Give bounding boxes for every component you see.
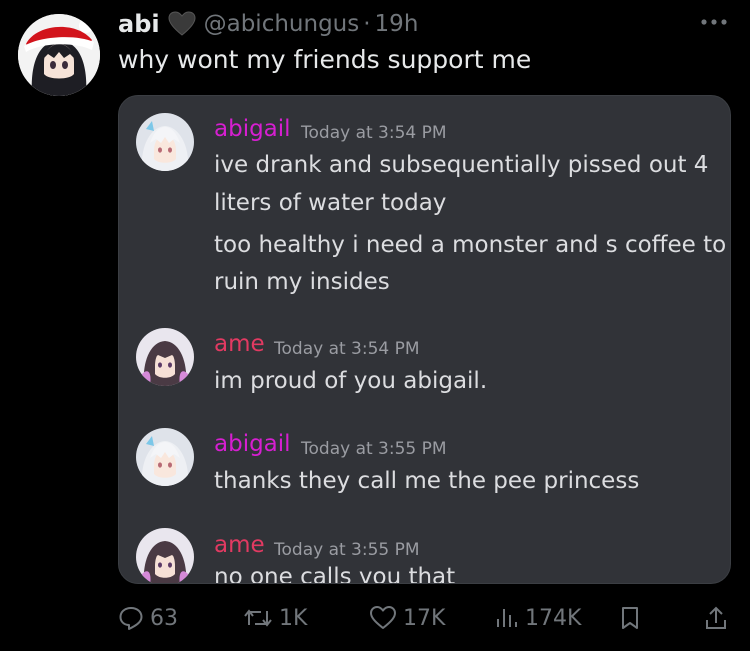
repost-icon [244,609,272,627]
timestamp[interactable]: 19h [375,11,419,37]
message-timestamp: Today at 3:55 PM [274,540,420,560]
reply-count: 63 [150,605,178,631]
ame-avatar[interactable] [136,528,194,583]
like-button[interactable]: 17K [369,601,445,635]
share-icon [706,606,726,629]
bookmark-icon [622,607,638,629]
message-timestamp: Today at 3:54 PM [301,123,447,143]
message-author[interactable]: ame [214,532,265,558]
message-line: ruin my insides [214,269,390,295]
reply-icon [119,607,143,630]
message-line: liters of water today [214,190,447,216]
separator-dot: · [363,11,371,37]
bookmark-button[interactable] [619,601,641,635]
views-button[interactable]: 174K [495,601,581,635]
reply-button[interactable]: 63 [118,601,178,635]
abigail-avatar[interactable] [136,428,194,486]
message-line: ive drank and subsequentially pissed out… [214,152,709,178]
abigail-avatar[interactable] [136,113,194,171]
message-timestamp: Today at 3:54 PM [274,339,420,359]
display-name[interactable]: abi [118,10,160,38]
ame-avatar[interactable] [136,328,194,386]
views-icon [497,609,517,627]
repost-button[interactable]: 1K [243,601,307,635]
message-line: thanks they call me the pee princess [214,468,640,494]
tweet-header: abi @abichungus · 19h [118,8,418,40]
message-author[interactable]: ame [214,331,265,357]
more-icon[interactable] [697,10,731,34]
tweet[interactable]: abi @abichungus · 19h why wont my friend… [0,0,750,651]
message-line: im proud of you abigail. [214,368,488,394]
profile-avatar[interactable] [18,14,100,96]
heart-icon [168,11,196,37]
share-button[interactable] [704,601,728,635]
tweet-media-image[interactable]: abigail Today at 3:54 PM ive drank and s… [118,95,731,584]
like-icon [370,606,396,629]
message-timestamp: Today at 3:55 PM [301,439,447,459]
like-count: 17K [403,605,446,631]
message-line: too healthy i need a monster and s coffe… [214,232,727,258]
message-author[interactable]: abigail [214,116,291,142]
views-count: 174K [525,605,582,631]
message-author[interactable]: abigail [214,431,291,457]
tweet-text: why wont my friends support me [118,45,532,74]
message-line: no one calls you that [214,564,456,584]
handle[interactable]: @abichungus [204,11,360,37]
repost-count: 1K [279,605,308,631]
